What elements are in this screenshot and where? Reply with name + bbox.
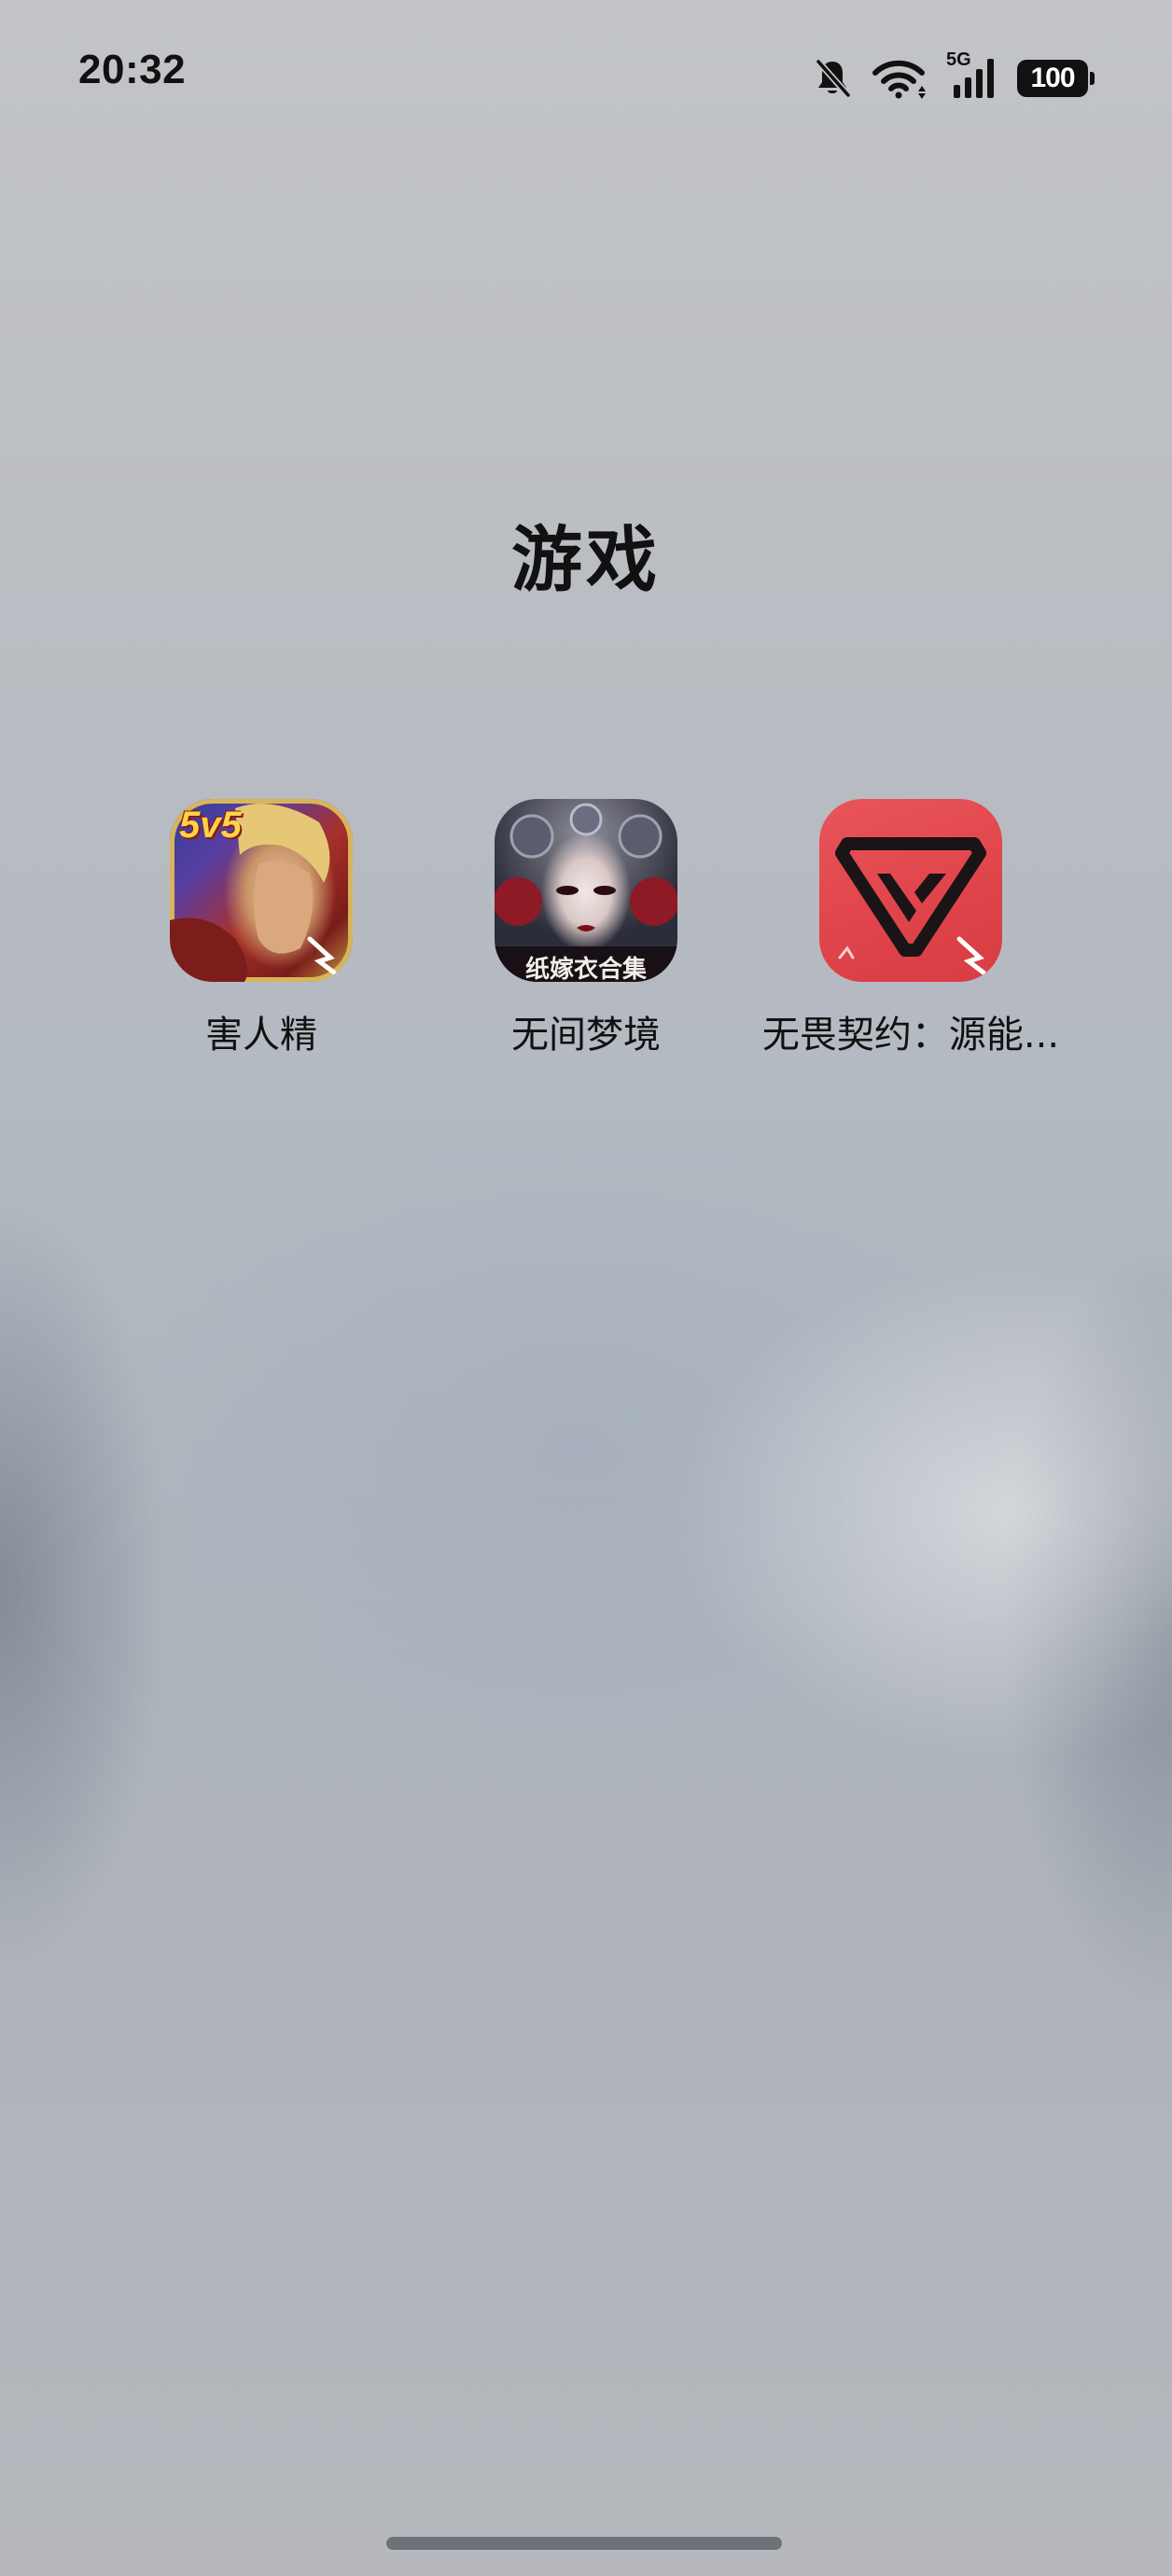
bell-off-icon <box>815 58 851 99</box>
app-banner-text: 纸嫁衣合集 <box>524 956 647 982</box>
app-label: 无畏契约：源能... <box>761 1014 1060 1057</box>
honor-of-kings-icon[interactable]: 5v5 <box>170 799 353 982</box>
app-honor-of-kings[interactable]: 5v5 害人精 <box>121 799 401 1058</box>
app-badge-5v5: 5v5 <box>179 805 242 846</box>
valorant-icon[interactable] <box>819 799 1002 982</box>
folder-title: 游戏 <box>511 518 661 601</box>
battery-icon: 100 <box>1017 60 1095 97</box>
wujian-mengjing-icon[interactable]: 纸嫁衣合集 <box>495 799 677 982</box>
app-valorant[interactable]: 无畏契约：源能... <box>762 799 1059 1058</box>
cellular-5g-icon: 5G <box>946 49 997 100</box>
app-label: 害人精 <box>205 1014 317 1057</box>
app-label: 无间梦境 <box>511 1014 661 1057</box>
status-bar: 20:32 5G 100 <box>0 0 1172 159</box>
wifi-icon <box>872 60 926 99</box>
battery-level: 100 <box>1030 63 1075 93</box>
status-icons: 5G 100 <box>814 49 1095 106</box>
status-time: 20:32 <box>78 47 187 92</box>
home-indicator[interactable] <box>386 2537 782 2550</box>
app-wujian-mengjing[interactable]: 纸嫁衣合集 无间梦境 <box>446 799 726 1058</box>
